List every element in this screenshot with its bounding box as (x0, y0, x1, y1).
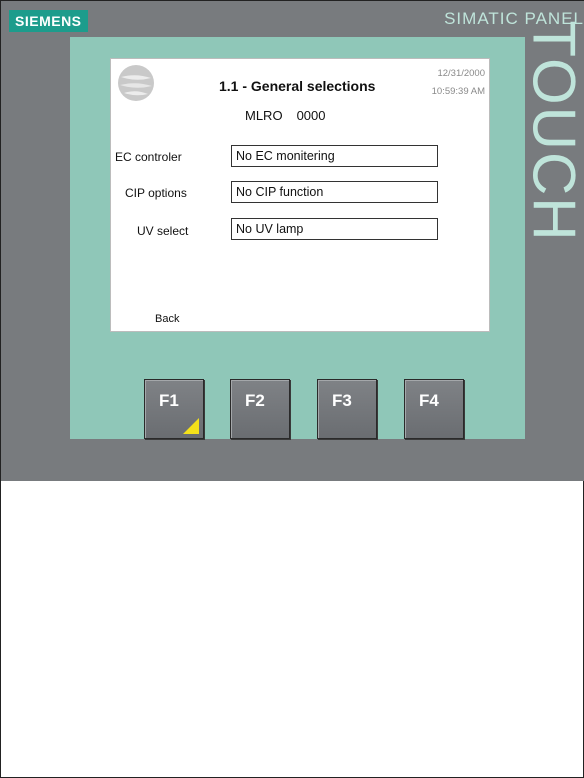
f4-key-label: F4 (419, 391, 439, 410)
f3-key-label: F3 (332, 391, 352, 410)
hmi-screen: 1.1 - General selections 12/31/2000 10:5… (110, 58, 490, 332)
brand-logo: SIEMENS (9, 10, 88, 32)
f4-key[interactable]: F4 (404, 379, 464, 439)
hmi-panel: SIEMENS SIMATIC PANEL TOUCH 1.1 - Genera… (1, 1, 584, 481)
ec-controller-field[interactable]: No EC monitering (231, 145, 438, 167)
mlro-label: MLRO (245, 108, 283, 123)
uv-select-label: UV select (137, 224, 189, 238)
globe-logo-icon (118, 65, 154, 101)
date-display: 12/31/2000 (437, 68, 485, 79)
cip-options-field[interactable]: No CIP function (231, 181, 438, 203)
touch-label: TOUCH (520, 20, 584, 243)
touch-label-container: TOUCH (521, 20, 584, 242)
mlro-value: 0000 (296, 108, 326, 123)
f1-key[interactable]: F1 (144, 379, 204, 439)
back-button[interactable]: Back (155, 313, 179, 325)
screen-title: 1.1 - General selections (219, 78, 376, 94)
cip-options-label: CIP options (125, 186, 187, 200)
yellow-corner-triangle-icon (183, 418, 199, 434)
uv-select-field[interactable]: No UV lamp (231, 218, 438, 240)
f2-key-label: F2 (245, 391, 265, 410)
f1-key-label: F1 (159, 391, 179, 410)
f2-key[interactable]: F2 (230, 379, 290, 439)
display-bezel: 1.1 - General selections 12/31/2000 10:5… (70, 37, 525, 439)
mlro-readout: MLRO 0000 (245, 108, 325, 123)
ec-controller-label: EC controler (115, 150, 182, 164)
f3-key[interactable]: F3 (317, 379, 377, 439)
time-display: 10:59:39 AM (431, 86, 485, 97)
